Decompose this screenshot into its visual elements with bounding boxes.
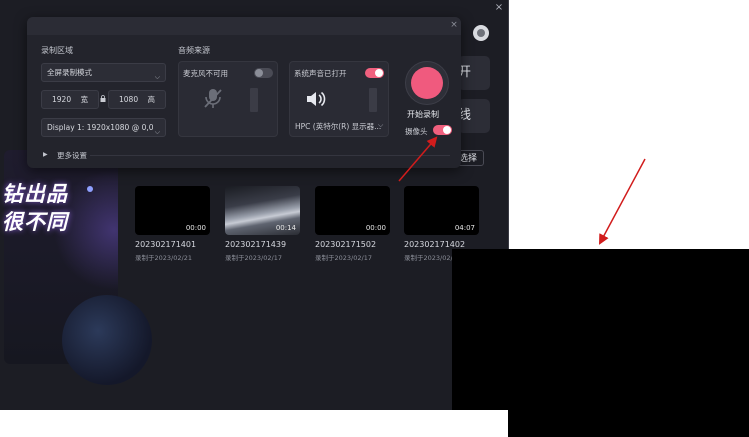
dialog-titlebar[interactable] [27, 17, 461, 35]
bottom-strip [0, 410, 508, 437]
recording-duration: 00:00 [365, 224, 386, 232]
promo-line-2: 很不同 [2, 210, 68, 234]
dialog-close-icon[interactable]: × [449, 20, 459, 30]
black-overlay-panel [452, 249, 749, 437]
recording-date: 录制于2023/02/17 [315, 254, 372, 262]
annotation-arrow-2 [599, 158, 646, 245]
height-value: 1080 [119, 95, 139, 104]
speaker-icon [307, 91, 326, 107]
height-unit: 高 [147, 95, 156, 104]
recording-name: 202302171502 [315, 240, 377, 249]
width-value: 1920 [52, 95, 72, 104]
more-settings-divider [90, 155, 450, 156]
start-record-button[interactable] [411, 67, 443, 99]
audio-section-title: 音频来源 [178, 46, 210, 55]
microphone-level-meter [250, 88, 258, 112]
height-input[interactable]: 1080 高 [108, 90, 166, 109]
recording-date: 录制于2023/02/17 [225, 254, 282, 262]
chevron-down-icon: ⌵ [154, 127, 160, 136]
record-mode-select[interactable]: 全屏录制模式 ⌵ [41, 63, 166, 82]
promo-orb-decoration [62, 295, 152, 385]
record-mode-value: 全屏录制模式 [47, 68, 92, 77]
camera-toggle[interactable] [433, 125, 452, 135]
recording-thumbnail[interactable]: 00:14 [225, 186, 300, 235]
recording-duration: 00:14 [275, 224, 296, 232]
display-value: Display 1: 1920x1080 @ 0,0 [47, 123, 154, 132]
microphone-label: 麦克风不可用 [183, 69, 228, 78]
chevron-down-icon[interactable]: ⌵ [378, 121, 383, 130]
expand-arrow-icon[interactable]: ▶ [43, 151, 48, 158]
width-unit: 宽 [80, 95, 89, 104]
recording-thumbnail[interactable]: 00:00 [315, 186, 390, 235]
promo-dot-decoration [87, 186, 93, 192]
side-action-button-2[interactable]: 线 [458, 99, 490, 133]
recording-name: 202302171439 [225, 240, 287, 249]
recording-thumbnail[interactable]: 00:00 [135, 186, 210, 235]
start-record-label: 开始录制 [407, 110, 439, 119]
app-close-icon[interactable]: × [493, 2, 505, 14]
promo-line-1: 钻出品 [2, 182, 68, 206]
select-button-label: 选择 [458, 154, 477, 164]
recording-thumbnail[interactable]: 04:07 [404, 186, 479, 235]
mic-off-icon [204, 89, 222, 108]
microphone-toggle[interactable] [254, 68, 273, 78]
camera-label: 摄像头 [405, 127, 428, 136]
lock-icon[interactable] [100, 95, 106, 102]
recording-name: 202302171401 [135, 240, 197, 249]
recording-duration: 00:00 [185, 224, 206, 232]
user-avatar[interactable] [473, 25, 489, 41]
system-audio-toggle[interactable] [365, 68, 384, 78]
system-audio-label: 系统声音已打开 [294, 69, 347, 78]
recording-duration: 04:07 [454, 224, 475, 232]
region-section-title: 录制区域 [41, 46, 73, 55]
recording-date: 录制于2023/02/21 [135, 254, 192, 262]
width-input[interactable]: 1920 宽 [41, 90, 99, 109]
more-settings-toggle[interactable]: 更多设置 [57, 150, 87, 161]
display-select[interactable]: Display 1: 1920x1080 @ 0,0 ⌵ [41, 118, 166, 137]
recording-name: 202302171402 [404, 240, 466, 249]
system-audio-level-meter [369, 88, 377, 112]
audio-device-select[interactable]: HPC (英特尔(R) 显示器... [295, 121, 381, 132]
side-action-button-1[interactable]: 开 [458, 56, 490, 90]
chevron-down-icon: ⌵ [154, 72, 160, 81]
